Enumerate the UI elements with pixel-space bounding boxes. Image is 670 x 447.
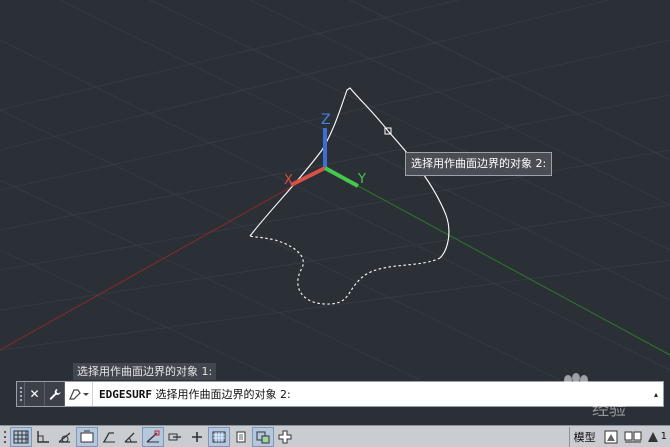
close-icon: ✕: [29, 387, 40, 401]
selection-cycling-toggle[interactable]: [252, 426, 274, 447]
watermark-suffix: 经验: [592, 400, 626, 420]
grip-icon: [4, 430, 6, 443]
plus-icon: [192, 431, 202, 442]
model-space-label: 模型: [573, 430, 596, 444]
model-space-button[interactable]: 模型: [568, 426, 600, 447]
chevron-up-icon: ▴: [653, 389, 658, 399]
transparency-icon: [212, 431, 226, 442]
command-name: EDGESURF: [99, 388, 152, 401]
dynamic-input-icon: [80, 430, 94, 442]
selection-cycling-icon: [256, 431, 270, 443]
layout-tab-button[interactable]: [600, 427, 622, 447]
dynamic-input-tooltip: 选择用作曲面边界的对象 2:: [405, 152, 553, 176]
world-x-axis: [0, 167, 326, 351]
command-prompt: 选择用作曲面边界的对象 2:: [155, 388, 291, 401]
infer-icon: [58, 431, 71, 443]
transparency-toggle[interactable]: [208, 426, 230, 447]
command-history-line: 选择用作曲面边界的对象 1:: [73, 363, 217, 380]
status-bar-grip[interactable]: [0, 427, 10, 447]
lineweight-toggle[interactable]: [186, 427, 208, 447]
command-history-toggle[interactable]: ▴: [649, 382, 663, 406]
recent-commands-button[interactable]: [65, 382, 93, 406]
annotation-scale-value: 1: [660, 431, 667, 442]
autocad-window: Z X Y 选择用作曲面边界的对象 2: 选择用作曲面边界的对象 1: ✕ ED…: [0, 0, 670, 447]
annotation-scale-icon: [647, 431, 658, 442]
layout-icon: [604, 430, 618, 443]
object-snap-toggle[interactable]: [164, 427, 186, 447]
ucs-x-label: X: [284, 173, 293, 188]
annotation-monitor-toggle[interactable]: [274, 427, 296, 447]
ortho-toggle[interactable]: [98, 427, 120, 447]
infer-constraints-toggle[interactable]: [54, 427, 76, 447]
wrench-icon: [49, 388, 61, 400]
grid-icon: [13, 430, 29, 443]
quick-properties-icon: [236, 431, 246, 442]
quick-view-layouts-button[interactable]: [622, 427, 644, 447]
command-line-customize-button[interactable]: [45, 382, 65, 406]
status-bar: 模型 1: [0, 425, 670, 447]
snap-toggle[interactable]: [32, 427, 54, 447]
recent-commands-icon: [68, 389, 89, 400]
annotation-scale-button[interactable]: 1: [644, 427, 670, 447]
grid: [0, 0, 670, 381]
boundary-curve-1[interactable]: [249, 87, 389, 237]
ortho-icon: [103, 431, 115, 442]
dynamic-input-toggle[interactable]: [76, 426, 98, 447]
quick-properties-toggle[interactable]: [230, 427, 252, 447]
boundary-curve-3-highlighted[interactable]: [249, 235, 441, 305]
command-line-close-button[interactable]: ✕: [25, 382, 45, 406]
command-line-grip[interactable]: [17, 382, 25, 406]
cross-icon: [278, 430, 292, 443]
snap-icon: [37, 430, 49, 443]
osnap-tracking-icon: [146, 430, 160, 442]
ucs-y-label: Y: [357, 172, 366, 187]
polar-icon: [124, 432, 137, 443]
watermark-brand: Bai: [530, 386, 573, 411]
quick-view-icon: [624, 431, 642, 442]
grid-toggle[interactable]: [10, 426, 32, 447]
polar-tracking-toggle[interactable]: [120, 427, 142, 447]
world-y-axis: [324, 167, 670, 356]
osnap-icon: [168, 433, 181, 440]
object-snap-tracking-toggle[interactable]: [142, 426, 164, 447]
ucs-z-label: Z: [321, 112, 331, 128]
